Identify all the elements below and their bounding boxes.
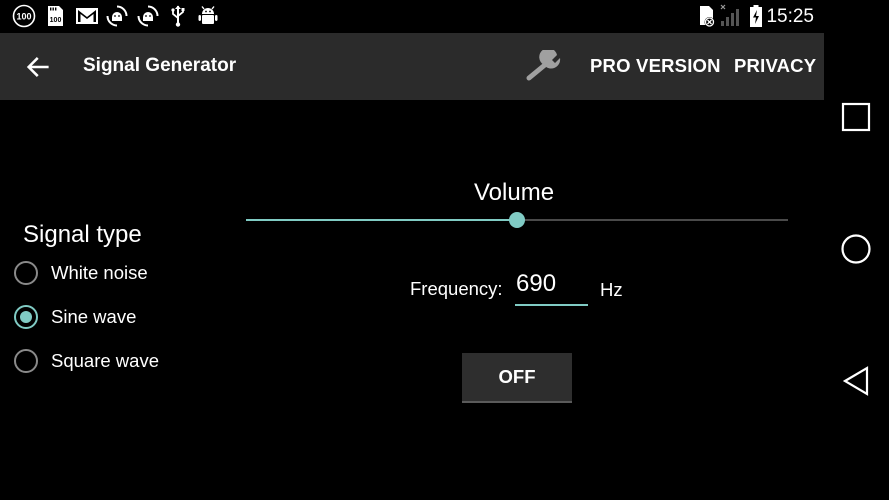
radio-square-wave[interactable]: Square wave [14,346,159,376]
radio-label-white-noise: White noise [51,262,148,283]
app-bar: Signal Generator PRO VERSION PRIVACY [0,33,824,100]
home-button[interactable] [838,231,874,267]
frequency-input[interactable]: 690 [515,270,588,306]
android-debug-icon [196,5,220,27]
status-bar: 100 100 15:25 [0,0,824,33]
volume-label: Volume [474,179,555,206]
navigation-bar [824,0,889,500]
android-sync-icon-2 [136,5,160,27]
signal-strength-icon [718,4,742,27]
radio-button-sine-wave[interactable] [14,305,38,329]
sim-card-missing-icon [697,5,717,27]
volume-slider-fill [246,219,517,221]
pro-version-button[interactable]: PRO VERSION [590,55,721,77]
radio-label-sine-wave: Sine wave [51,306,137,327]
radio-button-square-wave[interactable] [14,349,38,373]
back-button[interactable] [20,51,56,83]
badge-100-text: 100 [16,12,31,22]
recent-apps-button[interactable] [838,99,874,135]
home-icon [841,234,871,264]
frequency-label: Frequency: [410,278,503,299]
radio-sine-wave[interactable]: Sine wave [14,302,136,332]
wrench-icon [526,48,561,81]
wrench-button[interactable] [524,48,566,84]
privacy-button[interactable]: PRIVACY [734,55,816,77]
frequency-unit: Hz [600,279,623,300]
sd-card-100-text: 100 [50,17,62,24]
badge-100-icon: 100 [12,4,36,28]
gmail-icon [75,5,99,27]
radio-label-square-wave: Square wave [51,350,159,371]
back-icon [842,366,869,396]
radio-white-noise[interactable]: White noise [14,258,148,288]
on-off-toggle-button[interactable]: OFF [462,353,572,403]
volume-slider[interactable] [246,208,788,232]
page-title: Signal Generator [83,55,237,76]
usb-icon [168,5,188,27]
volume-slider-thumb[interactable] [509,212,525,228]
recent-apps-icon [841,102,871,132]
clock: 15:25 [766,6,814,27]
nav-back-button[interactable] [838,363,874,399]
signal-type-label: Signal type [23,221,142,248]
radio-button-white-noise[interactable] [14,261,38,285]
sd-card-100-icon: 100 [44,5,66,27]
android-sync-icon [105,5,129,27]
back-arrow-icon [26,57,49,77]
battery-charging-icon [748,5,764,27]
